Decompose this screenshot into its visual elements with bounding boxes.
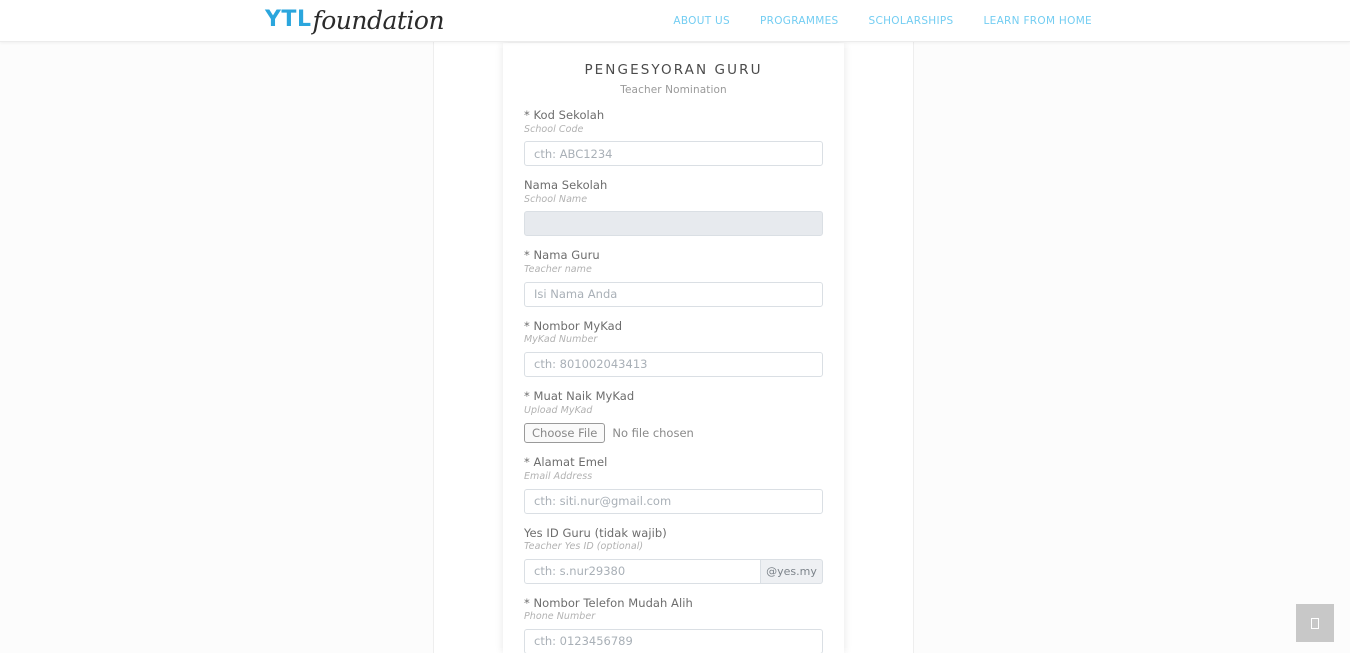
field-group-school-code: * Kod Sekolah School Code (524, 108, 823, 167)
sublabel-yes-id: Teacher Yes ID (optional) (524, 541, 644, 553)
yes-id-input[interactable] (524, 558, 761, 584)
school-code-input[interactable] (524, 141, 823, 167)
label-school-code: * Kod Sekolah (524, 108, 605, 122)
label-teacher-name: * Nama Guru (524, 248, 600, 263)
label-phone: * Nombor Telefon Mudah Alih (524, 595, 693, 610)
choose-file-button[interactable]: Choose File (524, 422, 606, 444)
content-divider-left (433, 42, 434, 653)
main-navigation: ABOUT US PROGRAMMES SCHOLARSHIPS LEARN F… (673, 0, 1092, 42)
logo-text-foundation: foundation (312, 5, 445, 35)
nav-about-us[interactable]: ABOUT US (673, 15, 730, 27)
sublabel-mykad-number: MyKad Number (524, 334, 598, 346)
page-subtitle: Teacher Nomination (620, 84, 727, 96)
school-name-input (524, 211, 823, 237)
site-header: YTL foundation ABOUT US PROGRAMMES SCHOL… (0, 0, 1350, 42)
file-status-text: No file chosen (612, 426, 694, 441)
email-input[interactable] (524, 488, 823, 514)
field-group-school-name: Nama Sekolah School Name (524, 178, 823, 237)
field-group-mykad-number: * Nombor MyKad MyKad Number (524, 318, 823, 377)
yes-id-domain-addon: @yes.my (761, 558, 823, 584)
nav-learn-from-home[interactable]: LEARN FROM HOME (983, 15, 1092, 27)
yes-id-input-group: @yes.my (524, 558, 823, 584)
field-group-phone: * Nombor Telefon Mudah Alih Phone Number (524, 595, 823, 653)
broken-image-icon (1311, 617, 1319, 629)
nav-programmes[interactable]: PROGRAMMES (760, 15, 839, 27)
label-school-name: Nama Sekolah (524, 178, 608, 193)
floating-widget[interactable] (1296, 604, 1334, 642)
phone-input[interactable] (524, 628, 823, 653)
sublabel-mykad-upload: Upload MyKad (524, 404, 593, 416)
sublabel-teacher-name: Teacher name (524, 264, 592, 276)
field-group-teacher-name: * Nama Guru Teacher name (524, 248, 823, 307)
sublabel-email: Email Address (524, 471, 593, 483)
page-title: PENGESYORAN GURU (584, 62, 763, 78)
label-mykad-upload: * Muat Naik MyKad (524, 388, 635, 403)
mykad-number-input[interactable] (524, 351, 823, 377)
page-root: YTL foundation ABOUT US PROGRAMMES SCHOL… (0, 0, 1350, 653)
label-email: * Alamat Emel (524, 455, 608, 470)
field-group-yes-id: Yes ID Guru (tidak wajib) Teacher Yes ID… (524, 525, 823, 584)
site-logo[interactable]: YTL foundation (265, 4, 445, 36)
teacher-name-input[interactable] (524, 281, 823, 307)
content-divider-right (913, 42, 914, 653)
logo-text-ytl: YTL (265, 7, 312, 32)
label-yes-id: Yes ID Guru (tidak wajib) (524, 525, 667, 540)
label-mykad-number: * Nombor MyKad (524, 318, 623, 333)
sublabel-school-code: School Code (524, 123, 584, 135)
sublabel-school-name: School Name (524, 193, 588, 205)
sublabel-phone: Phone Number (524, 611, 596, 623)
field-group-email: * Alamat Emel Email Address (524, 455, 823, 514)
nav-scholarships[interactable]: SCHOLARSHIPS (869, 15, 954, 27)
mykad-upload-control[interactable]: Choose File No file chosen (524, 422, 823, 444)
field-group-mykad-upload: * Muat Naik MyKad Upload MyKad Choose Fi… (524, 388, 823, 444)
teacher-nomination-form: PENGESYORAN GURU Teacher Nomination * Ko… (503, 43, 844, 653)
